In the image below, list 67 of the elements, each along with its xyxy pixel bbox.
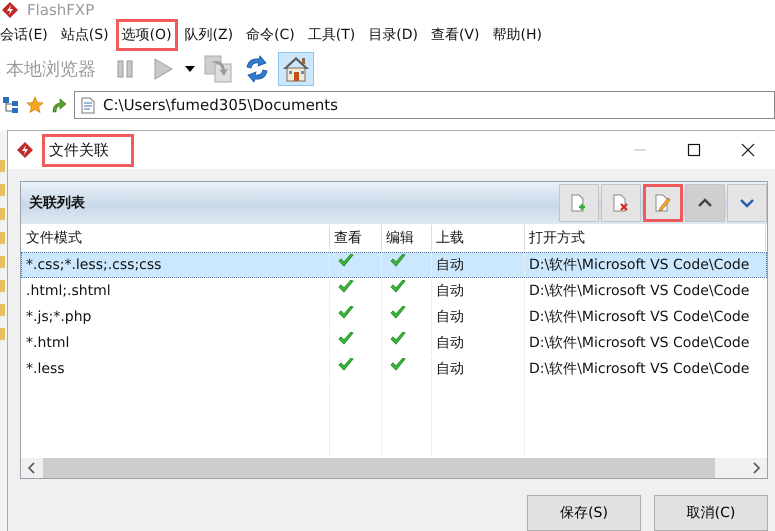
upload-cell: 自动 (432, 253, 525, 277)
program-path-cell-text: D:\软件\Microsoft VS Code\Code (528, 334, 750, 353)
menu-item[interactable]: 站点(S) (54, 19, 115, 51)
caret-icon (185, 66, 195, 72)
pattern-cell: *.html (22, 331, 330, 355)
bolt-logo-icon (16, 141, 34, 159)
upload-cell: 自动 (432, 279, 525, 303)
house-icon (281, 55, 311, 83)
program-path-cell-text: D:\软件\Microsoft VS Code\Code (528, 308, 750, 327)
upload-cell: 自动 (432, 305, 525, 329)
menu-item[interactable]: 帮助(H) (486, 19, 548, 51)
delete-button[interactable] (601, 184, 641, 222)
scroll-right-icon[interactable] (751, 462, 761, 474)
upload-cell: 自动 (432, 331, 525, 355)
save-button[interactable]: 保存(S) (527, 495, 641, 531)
up-arrow-icon (50, 96, 68, 114)
tree-view-icon (2, 96, 20, 114)
scroll-left-icon[interactable] (27, 462, 37, 474)
panel-title: 关联列表 (29, 194, 85, 212)
menu-item[interactable]: 会话(E) (0, 19, 54, 51)
menu-item[interactable]: 队列(Z) (178, 19, 240, 51)
upload-cell: 自动 (432, 357, 525, 381)
path-text: C:\Users\fumed305\Documents (103, 96, 338, 114)
maximize-icon[interactable] (687, 143, 701, 157)
close-icon[interactable] (741, 143, 755, 157)
menu-item[interactable]: 选项(O) (116, 19, 178, 51)
star-icon (26, 96, 44, 114)
table-row[interactable]: *.html 自动 D:\软件\Microsoft VS Code\Code (21, 330, 767, 356)
menu-item[interactable]: 工具(T) (302, 19, 362, 51)
program-path-cell-text: D:\软件\Microsoft VS Code\Code (528, 256, 750, 275)
chevron-up-icon (698, 198, 712, 208)
menu-item[interactable]: 目录(D) (362, 19, 424, 51)
up-button[interactable] (685, 184, 725, 222)
toolbar-label: 本地浏览器 (6, 58, 96, 81)
pattern-cell: *.js;*.php (22, 305, 330, 329)
column-header[interactable]: 编辑 (382, 225, 432, 251)
pause-icon (116, 59, 134, 79)
program-path-cell-text: D:\软件\Microsoft VS Code\Code (528, 282, 750, 301)
table-row[interactable]: *.less 自动 D:\软件\Microsoft VS Code\Code (21, 356, 767, 382)
pattern-cell: .html;.shtml (22, 279, 330, 303)
home-button[interactable] (278, 52, 314, 86)
down-button[interactable] (727, 184, 767, 222)
edit-button[interactable] (643, 184, 683, 222)
document-icon (81, 96, 95, 114)
table-row[interactable]: .html;.shtml 自动 D:\软件\Microsoft VS Code\Code (21, 278, 767, 304)
window-title: FlashFXP (27, 1, 94, 19)
menu-item[interactable]: 命令(C) (240, 19, 301, 51)
dialog-title: 文件关联 (42, 134, 134, 166)
path-field[interactable]: C:\Users\fumed305\Documents (74, 91, 775, 119)
column-header[interactable]: 文件模式 (22, 225, 330, 251)
program-path-cell-text: D:\软件\Microsoft VS Code\Code (528, 360, 750, 379)
table-row[interactable]: *.css;*.less;.css;css 自动 D:\软件\Microsoft VS Code\Code (21, 252, 767, 278)
menu-item[interactable]: 查看(V) (424, 19, 486, 51)
column-header[interactable]: 查看 (330, 225, 382, 251)
pattern-cell: *.less (22, 357, 330, 381)
column-header[interactable]: 打开方式 (525, 225, 766, 251)
add-button[interactable] (559, 184, 599, 222)
copy-arrow-icon (203, 54, 233, 84)
chevron-down-icon (740, 198, 754, 208)
table-row[interactable]: *.js;*.php 自动 D:\软件\Microsoft VS Code\Code (21, 304, 767, 330)
column-header[interactable]: 上载 (432, 225, 525, 251)
pattern-cell: *.css;*.less;.css;css (22, 253, 330, 277)
edit-file-icon (655, 194, 671, 212)
add-file-icon (571, 194, 587, 212)
cancel-button[interactable]: 取消(C) (654, 495, 768, 531)
delete-file-icon (613, 194, 629, 212)
play-icon (153, 58, 173, 80)
